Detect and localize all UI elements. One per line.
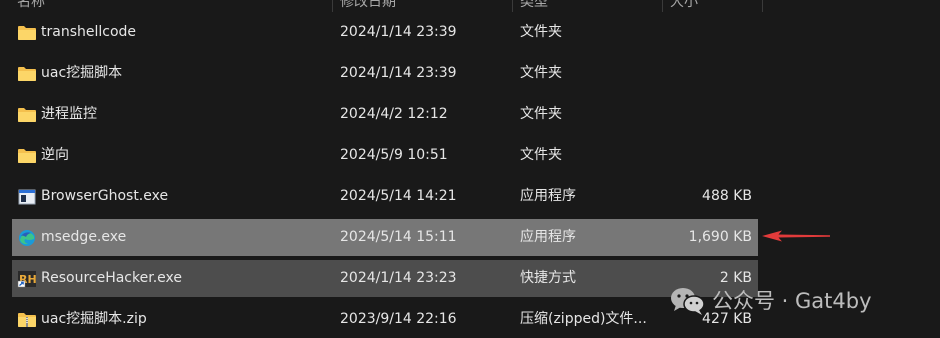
file-name: uac挖掘脚本.zip: [41, 311, 147, 327]
column-size-header[interactable]: 大小: [670, 0, 698, 11]
file-row-uac-script-zip[interactable]: uac挖掘脚本.zip 2023/9/14 22:16 压缩(zipped)文件…: [12, 301, 758, 338]
column-divider[interactable]: [762, 0, 763, 12]
file-name: uac挖掘脚本: [41, 65, 123, 81]
folder-icon: [18, 149, 36, 163]
file-name: 进程监控: [41, 106, 97, 122]
file-type: 压缩(zipped)文件...: [520, 311, 647, 327]
column-divider[interactable]: [662, 0, 663, 12]
column-divider[interactable]: [332, 0, 333, 12]
file-size: 1,690 KB: [688, 229, 752, 245]
file-date: 2023/9/14 22:16: [340, 311, 457, 327]
edge-browser-icon: [19, 230, 35, 246]
file-date: 2024/1/14 23:39: [340, 65, 457, 81]
watermark-text: 公众号 · Gat4by: [712, 289, 872, 313]
wechat-icon: [671, 288, 705, 315]
watermark: 公众号 · Gat4by: [668, 283, 872, 319]
folder-icon: [18, 108, 36, 122]
file-name: ResourceHacker.exe: [41, 270, 182, 286]
column-header: 名称 修改日期 类型 大小: [0, 0, 940, 12]
column-divider[interactable]: [512, 0, 513, 12]
column-name-header[interactable]: 名称: [17, 0, 45, 11]
exe-window-icon: [18, 189, 36, 205]
file-name: BrowserGhost.exe: [41, 188, 169, 204]
column-date-header[interactable]: 修改日期: [340, 0, 396, 11]
file-type: 文件夹: [520, 106, 562, 122]
folder-icon: [18, 67, 36, 81]
file-row-uac-script[interactable]: uac挖掘脚本 2024/1/14 23:39 文件夹: [12, 55, 758, 92]
folder-icon: [18, 26, 36, 40]
file-type: 应用程序: [520, 229, 576, 245]
file-name: msedge.exe: [41, 229, 127, 245]
file-row-process-monitor[interactable]: 进程监控 2024/4/2 12:12 文件夹: [12, 96, 758, 133]
file-row-browserghost[interactable]: BrowserGhost.exe 2024/5/14 14:21 应用程序 48…: [12, 178, 758, 215]
file-row-msedge[interactable]: msedge.exe 2024/5/14 15:11 应用程序 1,690 KB: [12, 219, 758, 256]
file-size: 488 KB: [702, 188, 752, 204]
zip-folder-icon: [18, 313, 36, 327]
file-name: 逆向: [41, 147, 69, 163]
file-date: 2024/5/14 14:21: [340, 188, 457, 204]
resource-hacker-shortcut-icon: RH: [17, 271, 37, 288]
file-date: 2024/1/14 23:39: [340, 24, 457, 40]
file-date: 2024/5/9 10:51: [340, 147, 448, 163]
file-row-resourcehacker[interactable]: RH ResourceHacker.exe 2024/1/14 23:23 快捷…: [12, 260, 758, 297]
file-row-reverse[interactable]: 逆向 2024/5/9 10:51 文件夹: [12, 137, 758, 174]
file-name: transhellcode: [41, 24, 137, 40]
red-arrow-annotation: [762, 230, 830, 242]
file-date: 2024/4/2 12:12: [340, 106, 448, 122]
file-type: 文件夹: [520, 24, 562, 40]
file-date: 2024/1/14 23:23: [340, 270, 457, 286]
file-date: 2024/5/14 15:11: [340, 229, 457, 245]
file-type: 文件夹: [520, 65, 562, 81]
file-row-transhellcode[interactable]: transhellcode 2024/1/14 23:39 文件夹: [12, 14, 758, 51]
column-type-header[interactable]: 类型: [520, 0, 548, 11]
file-type: 文件夹: [520, 147, 562, 163]
file-type: 应用程序: [520, 188, 576, 204]
file-type: 快捷方式: [520, 270, 576, 286]
